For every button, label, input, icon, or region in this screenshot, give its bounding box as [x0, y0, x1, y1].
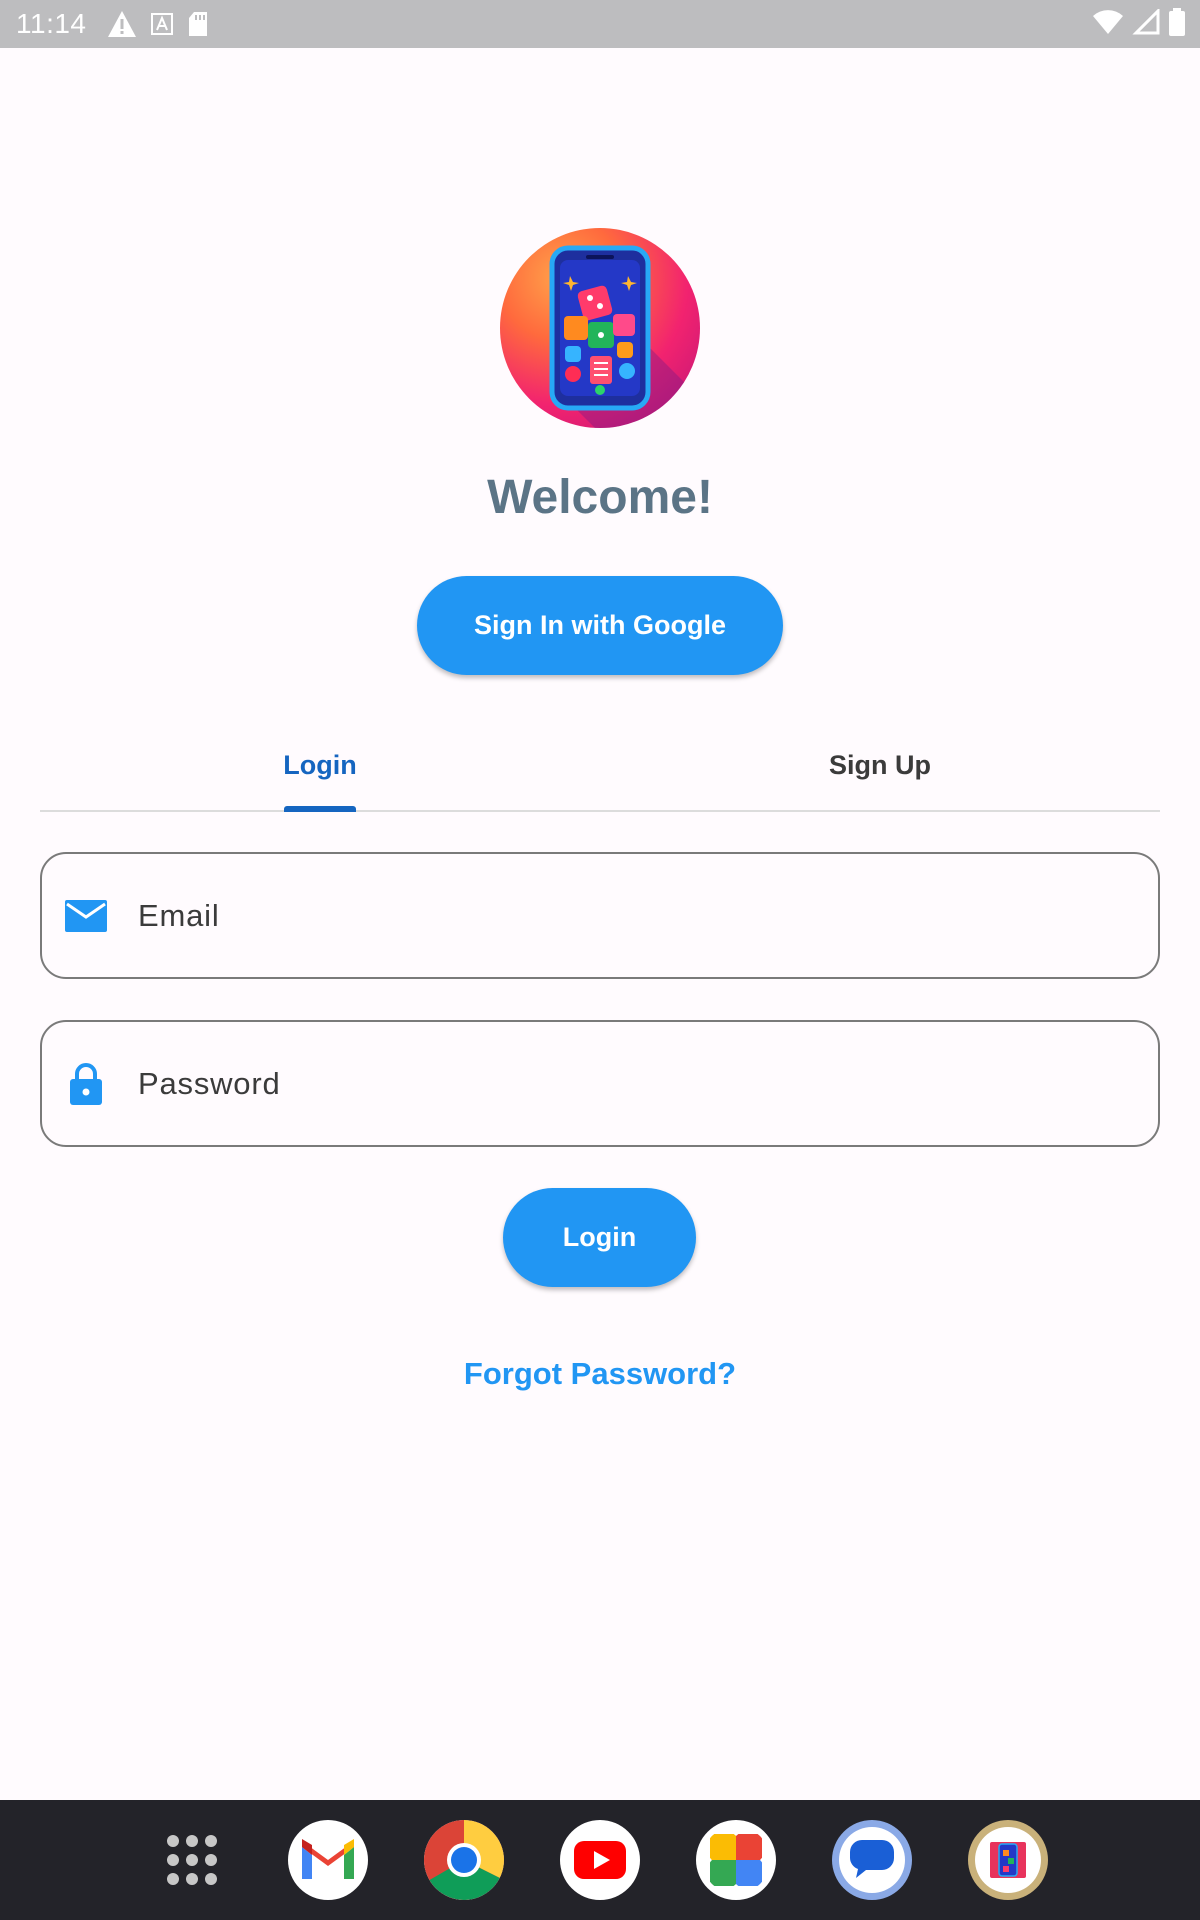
youtube-icon[interactable]: [560, 1820, 640, 1900]
chrome-icon[interactable]: [424, 1820, 504, 1900]
photos-icon[interactable]: [696, 1820, 776, 1900]
warning-icon: [107, 10, 137, 38]
app-logo: [500, 228, 700, 428]
signal-icon: [1132, 6, 1160, 40]
tab-login[interactable]: Login: [40, 720, 600, 810]
welcome-title: Welcome!: [487, 471, 713, 524]
app-dock: [0, 1800, 1200, 1920]
status-right-icons: [1092, 0, 1186, 48]
email-field[interactable]: [40, 852, 1160, 979]
battery-icon: [1168, 7, 1186, 41]
email-input[interactable]: [138, 897, 1158, 934]
status-time: 11:14: [16, 8, 87, 39]
login-button[interactable]: Login: [503, 1188, 696, 1287]
lock-icon: [64, 1062, 108, 1106]
tab-sign-up[interactable]: Sign Up: [600, 720, 1160, 810]
status-bar: 11:14: [0, 0, 1200, 48]
mail-icon: [64, 894, 108, 938]
tab-indicator: [284, 806, 356, 812]
messages-icon[interactable]: [832, 1820, 912, 1900]
wifi-icon: [1092, 9, 1124, 40]
password-field[interactable]: [40, 1020, 1160, 1147]
sign-in-with-google-button[interactable]: Sign In with Google: [417, 576, 783, 675]
font-icon: [150, 13, 173, 35]
gmail-icon[interactable]: [288, 1820, 368, 1900]
sd-card-icon: [187, 11, 209, 37]
auth-tabs: Login Sign Up: [40, 720, 1160, 812]
login-screen: 11:14 Welcome! Sign In with Google Login…: [0, 0, 1200, 1920]
dice-app-icon[interactable]: [968, 1820, 1048, 1900]
forgot-password-link[interactable]: Forgot Password?: [0, 1356, 1200, 1392]
app-drawer-icon[interactable]: [152, 1820, 232, 1900]
password-input[interactable]: [138, 1065, 1158, 1102]
